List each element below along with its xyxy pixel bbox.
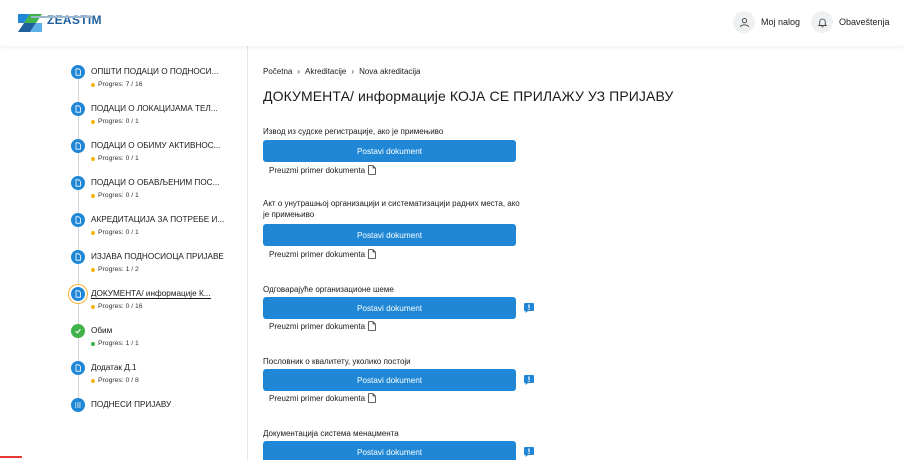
file-icon (368, 249, 376, 259)
step-title: ДОКУМЕНТА/ информације К... (91, 289, 211, 299)
step-progress: Progres: 0 / 1 (91, 155, 139, 162)
upload-document-button[interactable]: Postavi dokument (263, 369, 516, 391)
download-sample-link[interactable]: Preuzmi primer dokumenta (269, 393, 376, 403)
document-item: Пословник о квалитету, уколико постоји P… (263, 356, 683, 406)
main-content: Početna › Akreditacije › Nova akreditaci… (249, 46, 904, 460)
document-icon (71, 361, 85, 375)
document-icon (71, 250, 85, 264)
top-header: ZEASTIM Moj nalog Obaveštenja (0, 0, 904, 46)
steps-sidebar: ОПШТИ ПОДАЦИ О ПОДНОСИ... Progres: 7 / 1… (0, 46, 248, 460)
step-progress-text: Progres: 1 / 1 (98, 340, 139, 347)
document-icon (71, 139, 85, 153)
step-title: АКРЕДИТАЦИЈА ЗА ПОТРЕБЕ И... (91, 215, 225, 224)
file-icon (368, 165, 376, 175)
step-progress: Progres: 1 / 1 (91, 340, 139, 347)
progress-dot (91, 267, 95, 272)
document-icon (71, 102, 85, 116)
document-label: Одговарајуће организационе шеме (263, 285, 394, 294)
check-icon (71, 324, 85, 338)
progress-dot (91, 230, 95, 235)
download-sample-label: Preuzmi primer dokumenta (269, 393, 366, 403)
step-title: ПОДАЦИ О ОБИМУ АКТИВНОС... (91, 141, 221, 150)
upload-document-button[interactable]: Postavi dokument (263, 224, 516, 246)
progress-dot (91, 341, 95, 346)
download-sample-link[interactable]: Preuzmi primer dokumenta (269, 321, 376, 331)
document-item: Акт о унутрашњој организацији и системат… (263, 198, 683, 262)
chevron-right-icon: › (351, 67, 355, 76)
download-sample-label: Preuzmi primer dokumenta (269, 249, 366, 259)
step-title: ПОДАЦИ О ОБАВЉЕНИМ ПОС... (91, 178, 220, 187)
step-progress: Progres: 0 / 1 (91, 118, 139, 125)
notifications-label: Obaveštenja (839, 17, 890, 27)
progress-dot (91, 304, 95, 309)
user-icon (733, 11, 755, 33)
breadcrumb-home[interactable]: Početna (263, 67, 292, 76)
document-item: Документација система менаџмента Postavi… (263, 428, 683, 460)
step-progress-text: Progres: 7 / 16 (98, 81, 143, 88)
step-title: ПОДАЦИ О ЛОКАЦИЈАМА ТЕЛ... (91, 104, 218, 113)
step-progress-text: Progres: 0 / 16 (98, 303, 143, 310)
step-progress-text: Progres: 0 / 1 (98, 192, 139, 199)
document-label: Извод из судске регистрације, ако је при… (263, 127, 444, 136)
step-title: ПОДНЕСИ ПРИЈАВУ (91, 400, 172, 409)
breadcrumb-current: Nova akreditacija (359, 67, 421, 76)
exclamation-icon[interactable] (523, 446, 535, 458)
document-label: Пословник о квалитету, уколико постоји (263, 357, 411, 366)
document-icon (71, 176, 85, 190)
step-progress: Progres: 1 / 2 (91, 266, 139, 273)
download-sample-link[interactable]: Preuzmi primer dokumenta (269, 165, 376, 175)
account-label: Moj nalog (761, 17, 801, 27)
step-progress-text: Progres: 0 / 8 (98, 377, 139, 384)
progress-dot (91, 119, 95, 124)
download-sample-link[interactable]: Preuzmi primer dokumenta (269, 249, 376, 259)
step-progress: Progres: 0 / 8 (91, 377, 139, 384)
progress-dot (91, 378, 95, 383)
account-button[interactable]: Moj nalog (733, 10, 800, 34)
step-progress-text: Progres: 0 / 1 (98, 229, 139, 236)
document-icon (71, 213, 85, 227)
page-title: ДОКУМЕНТА/ информације КОЈА СЕ ПРИЛАЖУ У… (263, 88, 674, 104)
breadcrumb-accreditations[interactable]: Akreditacije (305, 67, 346, 76)
exclamation-icon[interactable] (523, 374, 535, 386)
step-progress-text: Progres: 1 / 2 (98, 266, 139, 273)
bell-icon (811, 11, 833, 33)
document-icon (71, 65, 85, 79)
notifications-button[interactable]: Obaveštenja (811, 10, 890, 34)
step-title: Додатак Д.1 (91, 363, 137, 372)
progress-dot (91, 193, 95, 198)
step-progress: Progres: 0 / 1 (91, 192, 139, 199)
step-progress-text: Progres: 0 / 1 (98, 118, 139, 125)
chevron-right-icon: › (297, 67, 301, 76)
file-icon (368, 321, 376, 331)
page-edge-accent (0, 456, 22, 458)
download-sample-label: Preuzmi primer dokumenta (269, 321, 366, 331)
step-progress-text: Progres: 0 / 1 (98, 155, 139, 162)
brand-tagline-bar (31, 16, 93, 18)
document-label: Документација система менаџмента (263, 429, 399, 438)
step-progress: Progres: 7 / 16 (91, 81, 143, 88)
step-title: Обим (91, 326, 113, 335)
document-icon (71, 287, 85, 301)
document-label: Акт о унутрашњој организацији и системат… (263, 199, 520, 219)
document-item: Одговарајуће организационе шеме Postavi … (263, 284, 683, 334)
progress-dot (91, 82, 95, 87)
exclamation-icon[interactable] (523, 302, 535, 314)
step-title: ИЗЈАВА ПОДНОСИОЦА ПРИЈАВЕ (91, 252, 224, 261)
brand-logo[interactable]: ZEASTIM (16, 11, 102, 35)
step-progress: Progres: 0 / 16 (91, 303, 143, 310)
progress-dot (91, 156, 95, 161)
list-icon (71, 398, 85, 412)
upload-document-button[interactable]: Postavi dokument (263, 297, 516, 319)
step-progress: Progres: 0 / 1 (91, 229, 139, 236)
file-icon (368, 393, 376, 403)
download-sample-label: Preuzmi primer dokumenta (269, 165, 366, 175)
breadcrumb: Početna › Akreditacije › Nova akreditaci… (263, 67, 420, 76)
document-item: Извод из судске регистрације, ако је при… (263, 126, 683, 178)
upload-document-button[interactable]: Postavi dokument (263, 441, 516, 460)
step-title: ОПШТИ ПОДАЦИ О ПОДНОСИ... (91, 67, 219, 76)
upload-document-button[interactable]: Postavi dokument (263, 140, 516, 162)
